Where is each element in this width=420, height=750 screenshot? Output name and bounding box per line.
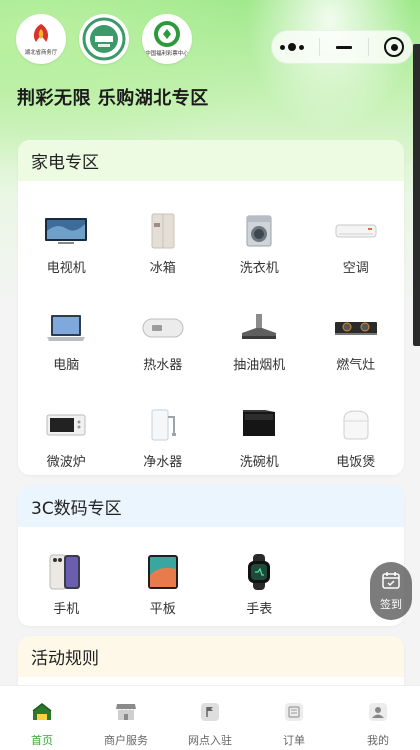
tab-orders[interactable]: 订单 (252, 686, 336, 750)
category-microwave[interactable]: 微波炉 (18, 405, 115, 475)
section-title: 家电专区 (18, 140, 404, 181)
category-fridge[interactable]: 冰箱 (115, 211, 212, 308)
bottom-tabbar: 首页 商户服务 网点入驻 订单 我的 (0, 685, 420, 750)
microwave-icon (41, 405, 91, 445)
scrollbar[interactable] (413, 44, 420, 346)
phone-icon (41, 552, 91, 592)
category-tablet[interactable]: 平板 (115, 552, 212, 617)
watch-icon (234, 552, 284, 592)
calendar-check-icon (381, 570, 401, 594)
tab-merchant-service[interactable]: 商户服务 (84, 686, 168, 750)
range-hood-icon (234, 308, 284, 348)
more-icon[interactable] (279, 43, 304, 51)
china-welfare-lottery-logo: 中国福利彩票中心 (142, 14, 192, 64)
home-icon (31, 702, 53, 726)
category-laptop[interactable]: 电脑 (18, 308, 115, 405)
logo-row: 湖北省商务厅 中国福利彩票中心 (16, 14, 192, 64)
laptop-icon (41, 308, 91, 348)
dishwasher-icon (234, 405, 284, 445)
rice-cooker-icon (331, 405, 381, 445)
hubei-commerce-logo: 湖北省商务厅 (16, 14, 66, 64)
category-washer[interactable]: 洗衣机 (211, 211, 308, 308)
sign-in-button[interactable]: 签到 (370, 562, 412, 620)
close-circle-icon[interactable] (384, 37, 405, 57)
water-purifier-icon (138, 405, 188, 445)
category-phone[interactable]: 手机 (18, 552, 115, 617)
miniprogram-capsule (271, 30, 413, 64)
category-rice-cooker[interactable]: 电饭煲 (308, 405, 405, 475)
tv-icon (41, 211, 91, 251)
user-icon (368, 702, 388, 726)
gas-stove-icon (331, 308, 381, 348)
category-ac[interactable]: 空调 (308, 211, 405, 308)
minimize-icon[interactable] (335, 45, 352, 49)
tab-home[interactable]: 首页 (0, 686, 84, 750)
shop-icon (115, 702, 137, 726)
flag-icon (200, 702, 220, 726)
category-gas-stove[interactable]: 燃气灶 (308, 308, 405, 405)
category-tv[interactable]: 电视机 (18, 211, 115, 308)
category-watch[interactable]: 手表 (211, 552, 308, 617)
page-title: 荆彩无限 乐购湖北专区 (17, 88, 209, 109)
category-range-hood[interactable]: 抽油烟机 (211, 308, 308, 405)
category-water-purifier[interactable]: 净水器 (115, 405, 212, 475)
green-badge-logo (79, 14, 129, 64)
appliance-grid: 电视机 冰箱 洗衣机 空调 电脑 热水器 抽油烟机 燃气灶 微波炉 净水器 洗碗… (18, 181, 404, 475)
fridge-icon (138, 211, 188, 251)
tab-outlet-join[interactable]: 网点入驻 (168, 686, 252, 750)
order-icon (284, 702, 304, 726)
category-water-heater[interactable]: 热水器 (115, 308, 212, 405)
section-title: 活动规则 (18, 636, 404, 677)
digital-grid: 手机 平板 手表 (18, 527, 404, 617)
tablet-icon (138, 552, 188, 592)
digital-section: 3C数码专区 手机 平板 手表 (18, 486, 404, 626)
category-dishwasher[interactable]: 洗碗机 (211, 405, 308, 475)
ac-icon (331, 211, 381, 251)
water-heater-icon (138, 308, 188, 348)
washer-icon (234, 211, 284, 251)
section-title: 3C数码专区 (18, 486, 404, 527)
tab-mine[interactable]: 我的 (336, 686, 420, 750)
appliance-section: 家电专区 电视机 冰箱 洗衣机 空调 电脑 热水器 抽油烟机 燃气灶 微波炉 净… (18, 140, 404, 475)
